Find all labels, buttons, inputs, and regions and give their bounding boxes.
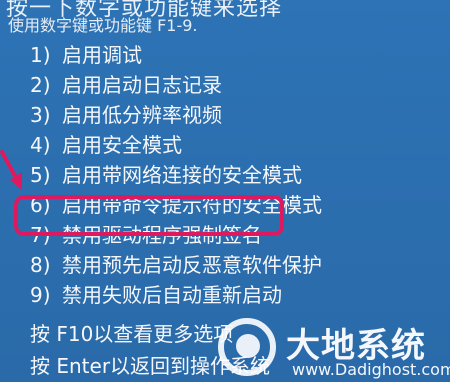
option-9[interactable]: 9) 禁用失败后自动重新启动 xyxy=(30,280,440,310)
option-4[interactable]: 4) 启用安全模式 xyxy=(30,130,440,160)
option-number: 6) xyxy=(30,193,51,217)
option-3[interactable]: 3) 启用低分辨率视频 xyxy=(30,100,440,130)
option-label: 禁用驱动程序强制签名 xyxy=(62,223,262,247)
option-number: 7) xyxy=(30,223,51,247)
hint-text: 使用数字键或功能键 F1-9. xyxy=(8,16,198,35)
watermark-logo-dot-icon xyxy=(236,334,260,358)
option-label: 启用启动日志记录 xyxy=(62,73,222,97)
option-number: 2) xyxy=(30,73,51,97)
option-label: 启用低分辨率视频 xyxy=(62,103,222,127)
option-label: 启用安全模式 xyxy=(62,133,182,157)
startup-settings-screen: 按一下数字或功能键来选择 使用数字键或功能键 F1-9. 1) 启用调试 2) 启用… xyxy=(0,0,450,382)
option-number: 8) xyxy=(30,253,51,277)
option-label: 禁用失败后自动重新启动 xyxy=(62,283,282,307)
watermark-url: www.Dadighost.com xyxy=(292,360,450,379)
option-number: 1) xyxy=(30,43,51,67)
option-6[interactable]: 6) 启用带命令提示符的安全模式 xyxy=(30,190,440,220)
option-5[interactable]: 5) 启用带网络连接的安全模式 xyxy=(30,160,440,190)
option-label: 启用带网络连接的安全模式 xyxy=(62,163,302,187)
option-number: 3) xyxy=(30,103,51,127)
option-label: 启用带命令提示符的安全模式 xyxy=(62,193,322,217)
pink-arrow-icon xyxy=(0,150,22,190)
option-2[interactable]: 2) 启用启动日志记录 xyxy=(30,70,440,100)
option-7[interactable]: 7) 禁用驱动程序强制签名 xyxy=(30,220,440,250)
startup-options-list: 1) 启用调试 2) 启用启动日志记录 3) 启用低分辨率视频 4) 启用安全模式 5)… xyxy=(30,40,440,310)
option-number: 9) xyxy=(30,283,51,307)
option-1[interactable]: 1) 启用调试 xyxy=(30,40,440,70)
option-number: 4) xyxy=(30,133,51,157)
option-label: 启用调试 xyxy=(62,43,142,67)
option-number: 5) xyxy=(30,163,51,187)
more-options-hint: 按 F10以查看更多选项 xyxy=(30,322,234,346)
option-8[interactable]: 8) 禁用预先启动反恶意软件保护 xyxy=(30,250,440,280)
option-label: 禁用预先启动反恶意软件保护 xyxy=(62,253,322,277)
